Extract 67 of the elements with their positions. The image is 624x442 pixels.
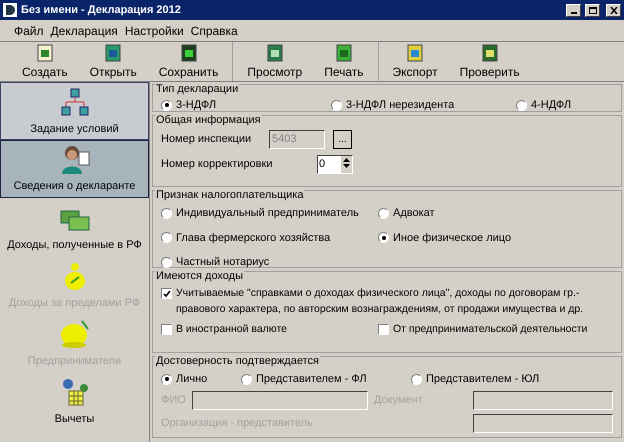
toolbar-button[interactable]: Создать — [14, 42, 76, 81]
radio-label: Частный нотариус — [176, 255, 270, 270]
down-arrow-icon[interactable] — [343, 163, 350, 170]
maximize-button[interactable] — [585, 4, 600, 16]
toolbar-button[interactable]: Сохранить — [150, 42, 226, 81]
field-label: Номер инспекции — [161, 132, 252, 148]
toolbar-button[interactable]: Просмотр — [239, 42, 310, 81]
group-title: Имеются доходы — [155, 270, 244, 282]
sidebar-item[interactable]: Вычеты — [0, 372, 149, 430]
radio-button[interactable] — [378, 232, 389, 244]
radio-button[interactable] — [411, 374, 422, 385]
sidebar-item[interactable]: Задание условий — [0, 82, 149, 140]
toolbar-button[interactable]: Проверить — [452, 42, 528, 81]
toolbar-icon — [178, 42, 199, 62]
sidebar-item[interactable]: Сведения о декларанте — [0, 140, 149, 198]
radio-button[interactable] — [161, 374, 172, 385]
up-arrow-icon[interactable] — [343, 156, 350, 163]
app-icon — [3, 3, 17, 17]
toolbar-icon — [480, 42, 500, 62]
toolbar-icon — [103, 42, 124, 62]
toolbar-icon — [334, 42, 354, 62]
window-title: Без имени - Декларация 2012 — [21, 2, 182, 18]
radio-label: Лично — [176, 372, 208, 387]
group-title: Признак налогоплательщика — [155, 189, 304, 201]
radio-button[interactable] — [241, 374, 252, 385]
radio-label: 3-НДФЛ нерезидента — [346, 98, 454, 113]
checkbox-label: От предпринимательской деятельности — [393, 322, 588, 336]
menu-item[interactable]: Справка — [190, 22, 238, 40]
menu-item[interactable]: Настройки — [124, 22, 184, 40]
group-title: Общая информация — [155, 114, 262, 126]
toolbar-icon — [264, 42, 285, 62]
radio-label: Адвокат — [393, 206, 435, 221]
minimize-button[interactable] — [566, 4, 581, 16]
toolbar-icon — [405, 42, 426, 62]
radio-label: 4-НДФЛ — [531, 98, 572, 113]
group-title: Тип декларации — [155, 83, 240, 95]
menu-item[interactable]: Файл — [14, 22, 44, 40]
radio-label: Представителем - ФЛ — [256, 372, 367, 387]
toolbar-button[interactable]: Экспорт — [384, 42, 446, 81]
radio-button[interactable] — [331, 100, 342, 111]
radio-button[interactable] — [516, 100, 527, 111]
radio-button[interactable] — [161, 256, 172, 268]
spin-box[interactable]: 0 — [317, 155, 353, 174]
sidebar-item[interactable]: Доходы, полученные в РФ — [0, 198, 149, 256]
toolbar-icon — [34, 42, 55, 62]
checkbox-label: В иностранной валюте — [176, 322, 287, 336]
flowchart-icon — [60, 86, 90, 116]
checkbox[interactable] — [161, 288, 172, 299]
radio-label: Представителем - ЮЛ — [426, 372, 540, 387]
radio-button[interactable] — [161, 100, 172, 111]
checkbox-label: Учитываемые "справками о доходах физического лица", доходы по договорам гр.-правового характера, по авторским вознаграждениям, от продажи имущества и др. — [176, 286, 584, 317]
radio-label: Индивидуальный предприниматель — [176, 206, 359, 221]
radio-label: 3-НДФЛ — [176, 98, 216, 113]
toolbar-button[interactable]: Открыть — [82, 42, 145, 81]
field-label: Номер корректировки — [161, 157, 274, 172]
close-icon — [610, 6, 618, 14]
toolbar-button[interactable]: Печать — [316, 42, 372, 81]
radio-label: Глава фермерского хозяйства — [176, 230, 330, 246]
menu-item[interactable]: Декларация — [50, 22, 118, 40]
radio-button[interactable] — [161, 208, 172, 219]
radio-button[interactable] — [378, 208, 389, 219]
group-title: Достоверность подтверждается — [155, 355, 320, 367]
radio-button[interactable] — [161, 232, 172, 244]
checkbox[interactable] — [161, 324, 172, 334]
close-button[interactable] — [606, 4, 621, 16]
checkbox[interactable] — [378, 324, 389, 334]
radio-label: Иное физическое лицо — [393, 230, 512, 246]
